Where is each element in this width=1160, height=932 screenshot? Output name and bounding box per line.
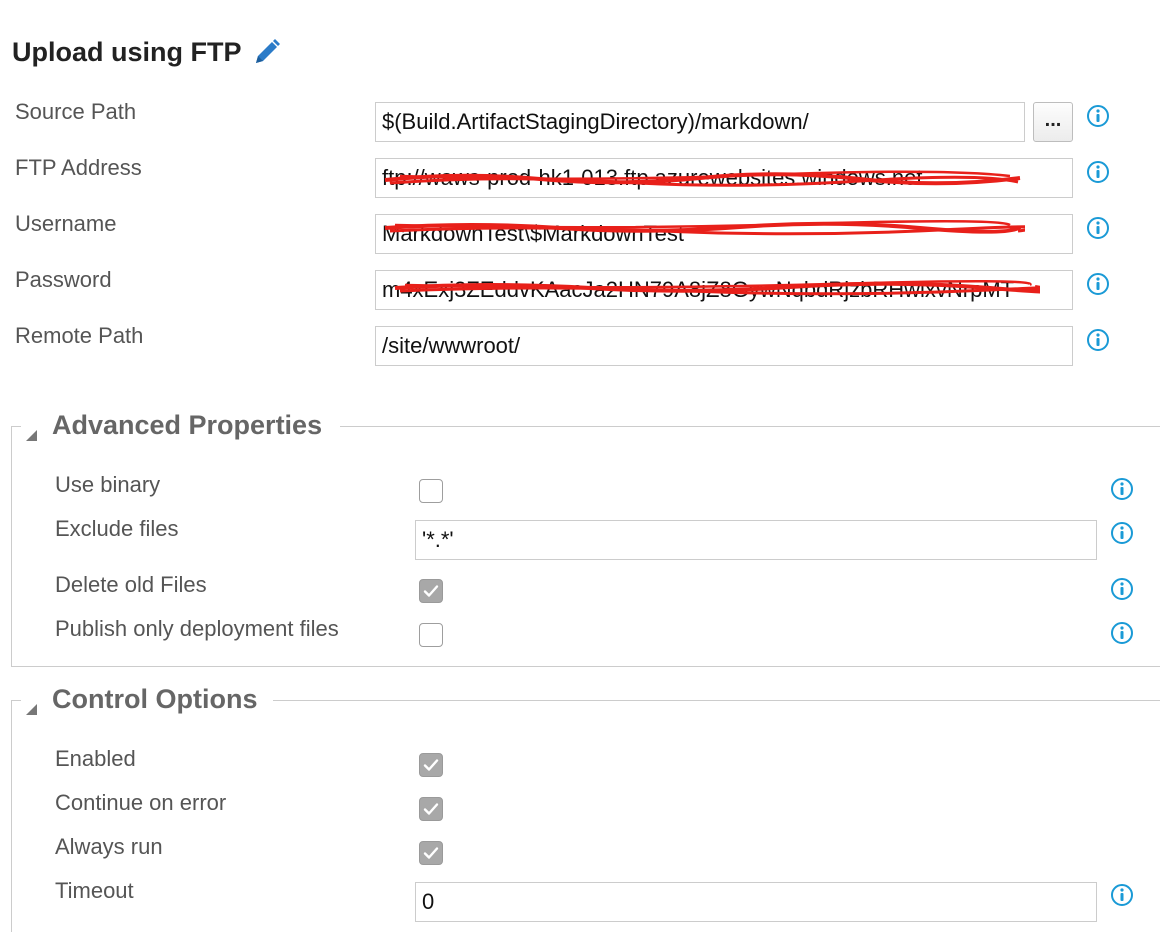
check-icon — [423, 803, 439, 815]
source-path-label: Source Path — [15, 99, 137, 124]
enabled-label: Enabled — [55, 746, 136, 771]
enabled-checkbox[interactable] — [419, 753, 443, 777]
username-row: Username MarkdownTest\$MarkdownTest — [0, 211, 1160, 254]
pencil-icon[interactable] — [252, 37, 282, 67]
ftp-address-input[interactable]: ftp://waws-prod-hk1-013.ftp.azurewebsite… — [375, 158, 1073, 198]
caret-down-icon — [24, 692, 38, 715]
info-icon[interactable] — [1110, 621, 1134, 645]
ftp-address-label: FTP Address — [15, 155, 142, 180]
continue-on-error-label: Continue on error — [55, 790, 227, 815]
remote-path-input[interactable]: /site/wwwroot/ — [375, 326, 1073, 366]
check-icon — [423, 847, 439, 859]
use-binary-checkbox[interactable] — [419, 479, 443, 503]
section-border — [11, 700, 21, 701]
info-icon[interactable] — [1086, 216, 1110, 240]
info-icon[interactable] — [1110, 477, 1134, 501]
timeout-input[interactable]: 0 — [415, 882, 1097, 922]
section-border — [11, 426, 21, 427]
section-border — [340, 426, 1160, 427]
delete-old-files-checkbox[interactable] — [419, 579, 443, 603]
username-label: Username — [15, 211, 117, 236]
delete-old-files-label: Delete old Files — [55, 572, 207, 597]
page-title: Upload using FTP — [12, 32, 282, 72]
browse-button[interactable]: ... — [1033, 102, 1073, 142]
info-icon[interactable] — [1110, 521, 1134, 545]
info-icon[interactable] — [1086, 328, 1110, 352]
check-icon — [423, 759, 439, 771]
section-border — [273, 700, 1160, 701]
source-path-row: Source Path $(Build.ArtifactStagingDirec… — [0, 99, 1160, 142]
publish-only-deployment-label: Publish only deployment files — [55, 616, 339, 641]
ftp-address-row: FTP Address ftp://waws-prod-hk1-013.ftp.… — [0, 155, 1160, 198]
control-options-header[interactable]: Control Options — [24, 679, 257, 719]
exclude-files-label: Exclude files — [55, 516, 179, 541]
advanced-properties-header[interactable]: Advanced Properties — [24, 405, 322, 445]
continue-on-error-checkbox[interactable] — [419, 797, 443, 821]
check-icon — [423, 585, 439, 597]
source-path-input[interactable]: $(Build.ArtifactStagingDirectory)/markdo… — [375, 102, 1025, 142]
info-icon[interactable] — [1110, 883, 1134, 907]
advanced-properties-title: Advanced Properties — [52, 409, 323, 440]
always-run-label: Always run — [55, 834, 163, 859]
info-icon[interactable] — [1086, 272, 1110, 296]
password-label: Password — [15, 267, 112, 292]
page-title-text: Upload using FTP — [12, 36, 242, 67]
use-binary-label: Use binary — [55, 472, 161, 497]
info-icon[interactable] — [1110, 577, 1134, 601]
always-run-checkbox[interactable] — [419, 841, 443, 865]
info-icon[interactable] — [1086, 104, 1110, 128]
remote-path-row: Remote Path /site/wwwroot/ — [0, 323, 1160, 366]
publish-only-deployment-checkbox[interactable] — [419, 623, 443, 647]
username-input[interactable]: MarkdownTest\$MarkdownTest — [375, 214, 1073, 254]
password-row: Password m4xExj3ZEddvKAacJa2HN79A8jZ8Gyw… — [0, 267, 1160, 310]
control-options-title: Control Options — [52, 683, 258, 714]
caret-down-icon — [24, 418, 38, 441]
info-icon[interactable] — [1086, 160, 1110, 184]
exclude-files-input[interactable]: '*.*' — [415, 520, 1097, 560]
password-input[interactable]: m4xExj3ZEddvKAacJa2HN79A8jZ8GywNqbdRjzbR… — [375, 270, 1073, 310]
remote-path-label: Remote Path — [15, 323, 144, 348]
timeout-label: Timeout — [55, 878, 134, 903]
